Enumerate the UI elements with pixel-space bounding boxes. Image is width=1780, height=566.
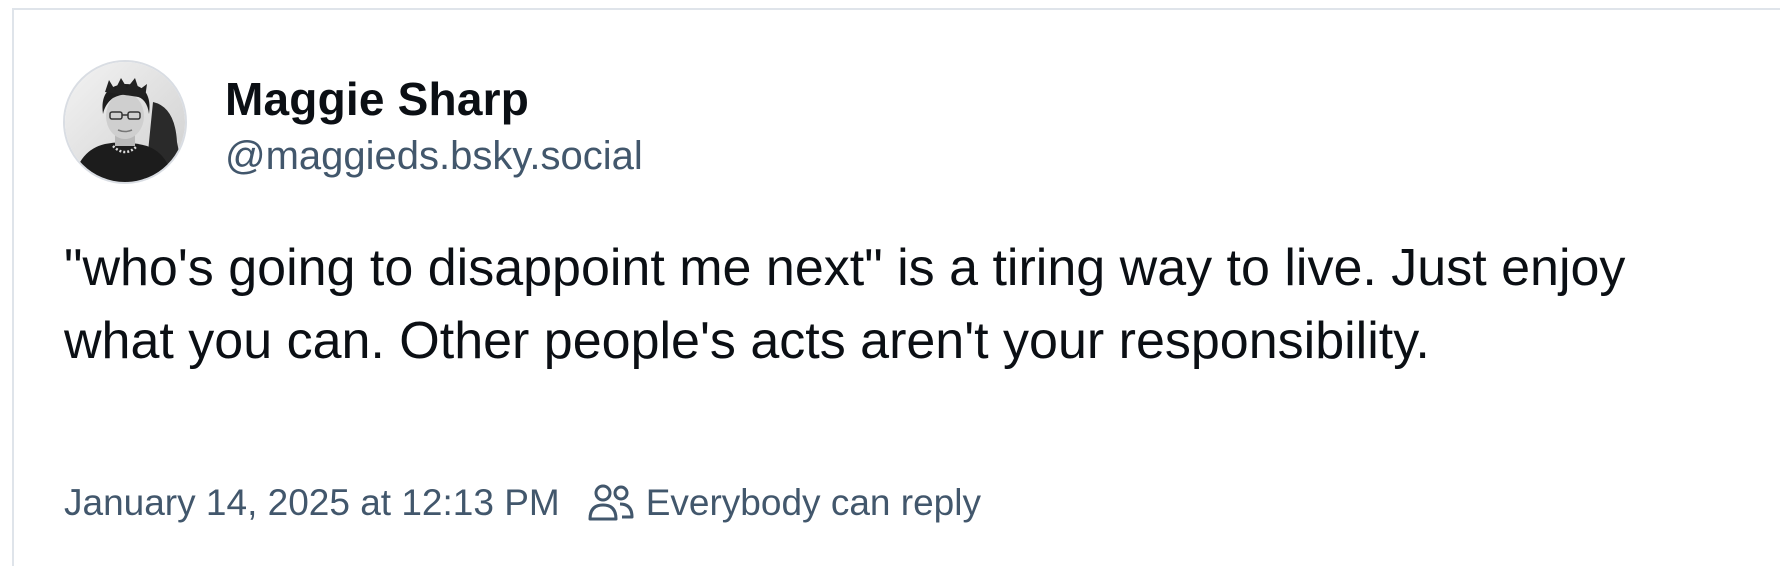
post-meta: January 14, 2025 at 12:13 PM Everybody c… [64,482,981,524]
post-text: "who's going to disappoint me next" is a… [64,239,1626,370]
author-display-name[interactable]: Maggie Sharp [225,72,529,126]
post-card: Maggie Sharp @maggieds.bsky.social "who'… [12,8,1780,566]
reply-setting-label: Everybody can reply [645,482,981,523]
people-icon [588,484,634,521]
avatar-photo [65,62,185,182]
avatar[interactable] [63,60,187,184]
post-timestamp[interactable]: January 14, 2025 at 12:13 PM [64,482,560,524]
author-handle[interactable]: @maggieds.bsky.social [225,134,643,179]
reply-setting: Everybody can reply [588,482,981,524]
